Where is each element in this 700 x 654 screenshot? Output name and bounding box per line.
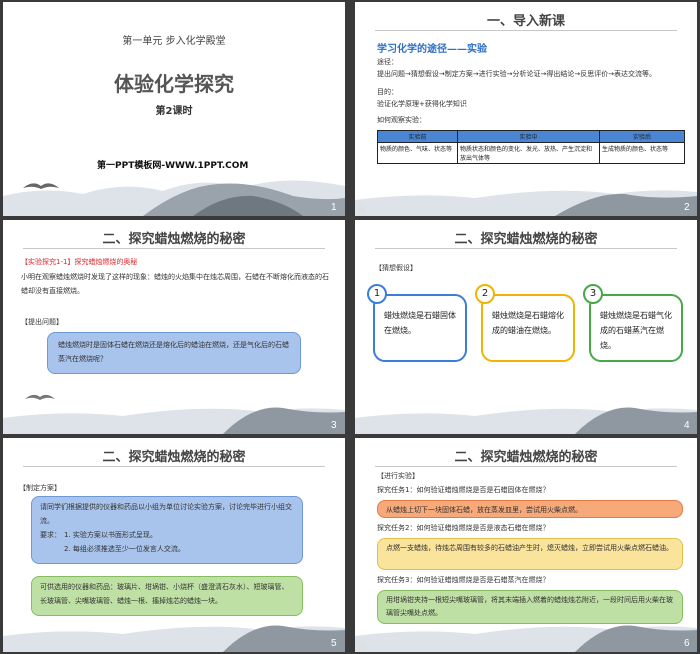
hypothesis-card-1: 蜡烛燃烧是石蜡固体在燃烧。 [373, 294, 467, 362]
task-1: 探究任务1：如何验证蜡烛燃烧是否是石蜡固体在燃烧？ [377, 486, 550, 494]
slide-number-1: 1 [331, 202, 337, 213]
table-header: 实验后 [599, 130, 685, 143]
slide-heading: 二、探究蜡烛燃烧的秘密 [102, 450, 246, 465]
question-label: 【提出问题】 [21, 318, 63, 326]
bird-icon [23, 183, 59, 189]
task-2: 探究任务2：如何验证蜡烛燃烧是否是液态石蜡在燃烧？ [377, 524, 550, 532]
table-header: 实验中 [457, 130, 600, 143]
slide-number-4: 4 [684, 420, 690, 431]
slide-number-2: 2 [684, 202, 690, 213]
table-header: 实验前 [377, 130, 458, 143]
slide-heading: 二、探究蜡烛燃烧的秘密 [102, 232, 246, 247]
lesson-label: 第2课时 [155, 106, 193, 117]
hypothesis-number-3: 3 [583, 284, 603, 304]
slide-thumbnail-1[interactable]: 第一单元 步入化学殿堂 体验化学探究 第2课时 第一PPT模板网-WWW.1PP… [3, 2, 345, 216]
slide-heading: 二、探究蜡烛燃烧的秘密 [454, 450, 598, 465]
inquiry-title: 探究蜡烛燃烧的奥秘 [74, 258, 138, 266]
heading-divider [23, 248, 325, 249]
route-label: 途径： [377, 58, 398, 66]
plan-box: 请同学们根据提供的仪器和药品以小组为单位讨论实验方案，讨论完毕进行小组交流。 要… [31, 496, 303, 564]
slide-tag-6: 询 [357, 643, 367, 653]
slide-subtitle: 学习化学的途径——实验 [377, 44, 487, 55]
mountain-decoration [355, 407, 697, 434]
heading-divider [375, 466, 677, 467]
requirement-1: 1. 实验方案以书面形式呈现。 [64, 531, 157, 539]
slide-number-3: 3 [331, 420, 337, 431]
route-steps: 提出问题→猜想假设→制定方案→进行实验→分析论证→得出结论→反思评价→表达交流等… [377, 70, 657, 78]
observe-label: 如何观察实验： [377, 116, 426, 124]
heading-divider [375, 30, 677, 31]
plan-intro: 请同学们根据提供的仪器和药品以小组为单位讨论实验方案，讨论完毕进行小组交流。 [40, 503, 292, 525]
task-3: 探究任务3：如何验证蜡烛燃烧是否是石蜡蒸汽在燃烧？ [377, 576, 550, 584]
answer-1: 从蜡烛上切下一块固体石蜡，放在蒸发皿里，尝试用火柴点燃。 [377, 500, 683, 518]
slide-thumbnail-3[interactable]: 二、探究蜡烛燃烧的秘密 【实验探究1-1】探究蜡烛燃烧的奥秘 小明在观察蜡烛燃烧… [3, 220, 345, 434]
answer-3: 用坩埚钳夹持一根短尖嘴玻璃管，将其末端插入燃着的蜡烛烛芯附近，一段时间后用火柴在… [377, 590, 683, 624]
answer-2: 点燃一支蜡烛，待烛芯周围有较多的石蜡油产生时，熄灭蜡烛，立即尝试用火柴点燃石蜡油… [377, 538, 683, 570]
slide-thumbnail-5[interactable]: 二、探究蜡烛燃烧的秘密 【制定方案】 请同学们根据提供的仪器和药品以小组为单位讨… [3, 438, 345, 652]
mountain-decoration [3, 407, 345, 434]
heading-divider [375, 248, 677, 249]
observation-table: 实验前 实验中 实验后 物质的颜色、气味、状态等 物质状态和颜色的变化、发光、放… [377, 130, 685, 164]
question-box: 蜡烛燃烧时是固体石蜡在燃烧还是熔化后的蜡油在燃烧，还是气化后的石蜡蒸汽在燃烧呢？ [47, 332, 301, 374]
mountain-decoration [355, 190, 697, 216]
requirement-2: 2. 每组必须推选至少一位发言人交流。 [64, 545, 185, 553]
slide-heading: 二、探究蜡烛燃烧的秘密 [454, 232, 598, 247]
inquiry-label: 【实验探究1-1】 [21, 258, 75, 266]
experiment-label: 【进行实验】 [377, 472, 419, 480]
slide-thumbnail-4[interactable]: 二、探究蜡烛燃烧的秘密 【猜想假设】 蜡烛燃烧是石蜡固体在燃烧。 1 蜡烛燃烧是… [355, 220, 697, 434]
heading-divider [23, 466, 325, 467]
slide-number-5: 5 [331, 638, 337, 649]
site-label: 第一PPT模板网-WWW.1PPT.COM [97, 161, 249, 171]
slide-heading: 一、导入新课 [486, 14, 565, 29]
goal-text: 验证化学原理+获得化学知识 [377, 100, 467, 108]
slide-thumbnail-2[interactable]: 一、导入新课 学习化学的途径——实验 途径： 提出问题→猜想假设→制定方案→进行… [355, 2, 697, 216]
table-cell: 物质状态和颜色的变化、发光、放热、产生沉淀和放出气体等 [457, 142, 600, 164]
hypothesis-number-1: 1 [367, 284, 387, 304]
materials-box: 可供选用的仪器和药品：玻璃片、坩埚钳、小烧杯（盛澄清石灰水）、短玻璃管、长玻璃管… [31, 576, 303, 616]
hypothesis-label: 【猜想假设】 [375, 264, 417, 272]
table-cell: 物质的颜色、气味、状态等 [377, 142, 458, 164]
description-text: 小明在观察蜡烛燃烧时发现了这样的现象：蜡烛的火焰集中在烛芯周围，石蜡在不断熔化而… [21, 273, 329, 295]
slide-tag-2: 询 [357, 206, 367, 216]
slide-number-6: 6 [684, 638, 690, 649]
hypothesis-number-2: 2 [475, 284, 495, 304]
plan-label: 【制定方案】 [19, 484, 61, 492]
unit-title: 第一单元 步入化学殿堂 [122, 36, 226, 47]
slide-title: 体验化学探究 [114, 72, 234, 96]
bird-icon [25, 394, 55, 400]
hypothesis-card-2: 蜡烛燃烧是石蜡熔化成的蜡油在燃烧。 [481, 294, 575, 362]
table-cell: 生成物质的颜色、状态等 [599, 142, 685, 164]
hypothesis-card-3: 蜡烛燃烧是石蜡气化成的石蜡蒸汽在燃烧。 [589, 294, 683, 362]
slide-thumbnail-6[interactable]: 二、探究蜡烛燃烧的秘密 【进行实验】 探究任务1：如何验证蜡烛燃烧是否是石蜡固体… [355, 438, 697, 652]
goal-label: 目的： [377, 88, 398, 96]
